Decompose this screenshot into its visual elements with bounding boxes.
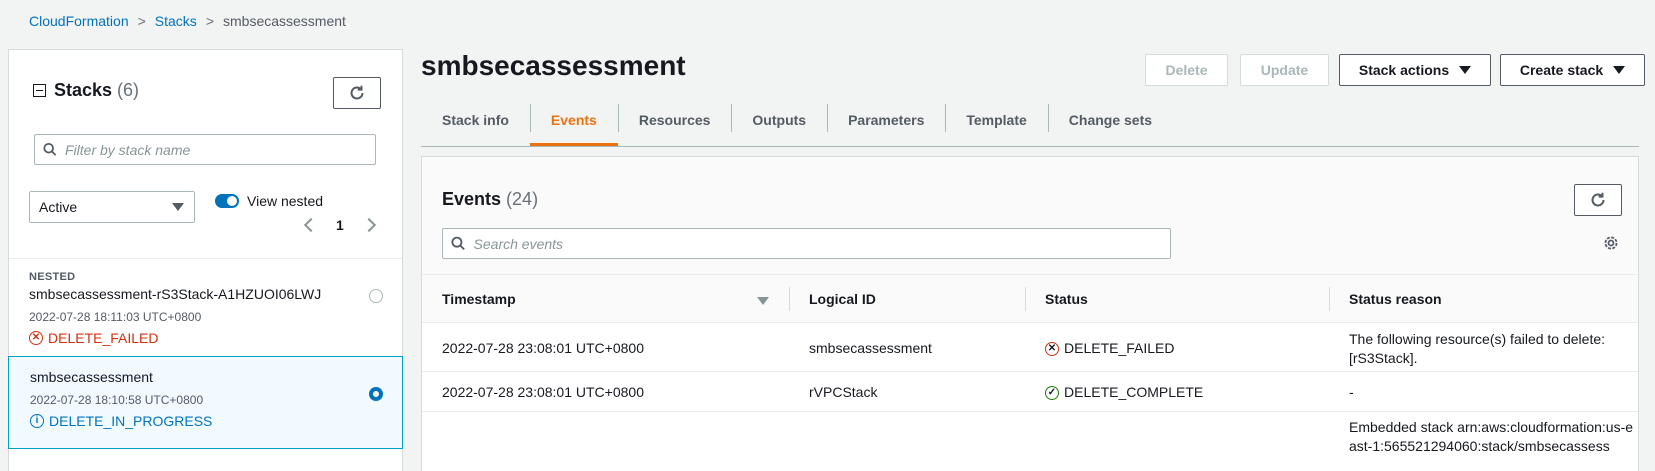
current-page[interactable]: 1 bbox=[336, 217, 344, 233]
view-nested-label: View nested bbox=[247, 193, 324, 209]
stack-list-item[interactable]: smbsecassessment 2022-07-28 18:10:58 UTC… bbox=[8, 356, 403, 449]
col-logical-id[interactable]: Logical ID bbox=[809, 291, 876, 307]
cell-status-text: DELETE_COMPLETE bbox=[1064, 384, 1204, 400]
page-title: smbsecassessment bbox=[421, 50, 686, 81]
stack-select-radio[interactable] bbox=[369, 289, 383, 303]
refresh-stacks-button[interactable] bbox=[333, 77, 381, 109]
events-title: Events (24) bbox=[442, 189, 538, 210]
events-header: Events (24) bbox=[422, 157, 1638, 275]
breadcrumb: CloudFormation > Stacks > smbsecassessme… bbox=[29, 13, 346, 29]
refresh-icon bbox=[350, 85, 364, 100]
cell-status-reason: The following resource(s) failed to dele… bbox=[1349, 331, 1606, 366]
col-timestamp[interactable]: Timestamp bbox=[442, 291, 516, 307]
events-title-text: Events bbox=[442, 189, 502, 209]
breadcrumb-separator-icon: > bbox=[205, 13, 214, 29]
status-filter-value: Active bbox=[39, 199, 78, 215]
dropdown-caret-icon bbox=[1459, 66, 1472, 74]
col-status[interactable]: Status bbox=[1045, 291, 1088, 307]
create-stack-button[interactable]: Create stack bbox=[1500, 54, 1645, 86]
events-table-header: Timestamp Logical ID Status Status reaso… bbox=[422, 275, 1638, 323]
table-row: 2022-07-28 23:08:01 UTC+0800 rVPCStack ✓… bbox=[422, 372, 1638, 412]
stack-select-radio[interactable] bbox=[369, 387, 383, 401]
collapse-icon[interactable] bbox=[33, 84, 46, 97]
table-row: Embedded stack arn:aws:cloudformation:us… bbox=[422, 412, 1638, 471]
column-divider[interactable] bbox=[1025, 287, 1026, 311]
column-divider[interactable] bbox=[1329, 287, 1330, 311]
gear-icon[interactable] bbox=[1603, 235, 1619, 251]
pagination: 1 bbox=[303, 217, 376, 233]
previous-page-icon[interactable] bbox=[303, 217, 319, 233]
stack-status: ✕ DELETE_FAILED bbox=[29, 330, 382, 346]
error-icon: ✕ bbox=[1045, 341, 1059, 356]
cell-status-reason: - bbox=[1349, 384, 1354, 400]
sidebar-title: Stacks bbox=[54, 80, 113, 100]
breadcrumb-stacks[interactable]: Stacks bbox=[155, 13, 197, 29]
stack-actions-label: Stack actions bbox=[1358, 62, 1450, 78]
stack-actions-button[interactable]: Stack actions bbox=[1339, 54, 1491, 86]
events-panel: Events (24) Timestamp Logical ID Status … bbox=[421, 156, 1639, 471]
sidebar-count: (6) bbox=[117, 80, 140, 100]
info-icon: i bbox=[30, 414, 44, 428]
search-icon bbox=[43, 142, 57, 156]
tab-events[interactable]: Events bbox=[529, 102, 618, 146]
stack-list-item[interactable]: NESTED smbsecassessment-rS3Stack-A1HZUOI… bbox=[9, 258, 402, 356]
stack-timestamp: 2022-07-28 18:11:03 UTC+0800 bbox=[29, 310, 202, 324]
breadcrumb-separator-icon: > bbox=[137, 13, 146, 29]
view-nested-toggle[interactable] bbox=[215, 194, 239, 208]
tab-parameters[interactable]: Parameters bbox=[827, 102, 945, 146]
dropdown-caret-icon bbox=[1613, 66, 1626, 74]
tab-stack-info[interactable]: Stack info bbox=[421, 102, 530, 146]
breadcrumb-cloudformation[interactable]: CloudFormation bbox=[29, 13, 129, 29]
status-filter-select[interactable]: Active bbox=[29, 191, 195, 223]
stack-name: smbsecassessment-rS3Stack-A1HZUOI06LWJ bbox=[29, 286, 322, 302]
error-icon: ✕ bbox=[29, 331, 43, 345]
cell-status: ✓ DELETE_COMPLETE bbox=[1045, 383, 1203, 402]
cell-status: ✕ DELETE_FAILED bbox=[1045, 339, 1175, 358]
cell-timestamp: 2022-07-28 23:08:01 UTC+0800 bbox=[442, 384, 644, 400]
stack-status-text: DELETE_FAILED bbox=[48, 330, 159, 346]
view-nested-toggle-group: View nested bbox=[215, 193, 323, 209]
update-button[interactable]: Update bbox=[1240, 54, 1329, 86]
nested-tag: NESTED bbox=[29, 271, 76, 283]
delete-button[interactable]: Delete bbox=[1145, 54, 1228, 86]
create-stack-label: Create stack bbox=[1519, 62, 1604, 78]
tab-resources[interactable]: Resources bbox=[617, 102, 732, 146]
next-page-icon[interactable] bbox=[361, 217, 376, 233]
search-icon bbox=[451, 236, 465, 251]
column-divider[interactable] bbox=[789, 287, 790, 311]
refresh-icon bbox=[1591, 192, 1605, 207]
cell-status-text: DELETE_FAILED bbox=[1064, 340, 1175, 356]
dropdown-caret-icon bbox=[172, 203, 184, 211]
table-row: 2022-07-28 23:08:01 UTC+0800 smbsecasses… bbox=[422, 324, 1638, 372]
stack-timestamp: 2022-07-28 18:10:58 UTC+0800 bbox=[30, 393, 204, 407]
cell-status-reason: Embedded stack arn:aws:cloudformation:us… bbox=[1349, 419, 1634, 454]
breadcrumb-current: smbsecassessment bbox=[223, 13, 346, 29]
tab-outputs[interactable]: Outputs bbox=[731, 102, 827, 146]
tab-template[interactable]: Template bbox=[945, 102, 1047, 146]
stack-name: smbsecassessment bbox=[30, 369, 153, 385]
cell-logical-id: smbsecassessment bbox=[809, 340, 932, 356]
stack-status-text: DELETE_IN_PROGRESS bbox=[49, 413, 213, 429]
sidebar-header: Stacks (6) bbox=[33, 80, 139, 101]
stack-filter-field[interactable] bbox=[34, 134, 376, 165]
cell-timestamp: 2022-07-28 23:08:01 UTC+0800 bbox=[442, 340, 644, 356]
events-count: (24) bbox=[506, 189, 539, 209]
cell-logical-id: rVPCStack bbox=[809, 384, 878, 400]
stack-status: i DELETE_IN_PROGRESS bbox=[30, 413, 382, 429]
tab-change-sets[interactable]: Change sets bbox=[1047, 102, 1173, 146]
col-status-reason[interactable]: Status reason bbox=[1349, 291, 1442, 307]
stack-filter-input[interactable] bbox=[65, 141, 375, 158]
sort-descending-icon[interactable] bbox=[757, 297, 769, 305]
stack-tabs: Stack info Events Resources Outputs Para… bbox=[421, 102, 1639, 147]
refresh-events-button[interactable] bbox=[1574, 184, 1622, 216]
events-search-field[interactable] bbox=[442, 228, 1171, 259]
stacks-sidebar: Stacks (6) Active View nested 1 NESTED s… bbox=[8, 49, 403, 471]
events-search-input[interactable] bbox=[473, 235, 1170, 252]
success-icon: ✓ bbox=[1045, 385, 1059, 400]
